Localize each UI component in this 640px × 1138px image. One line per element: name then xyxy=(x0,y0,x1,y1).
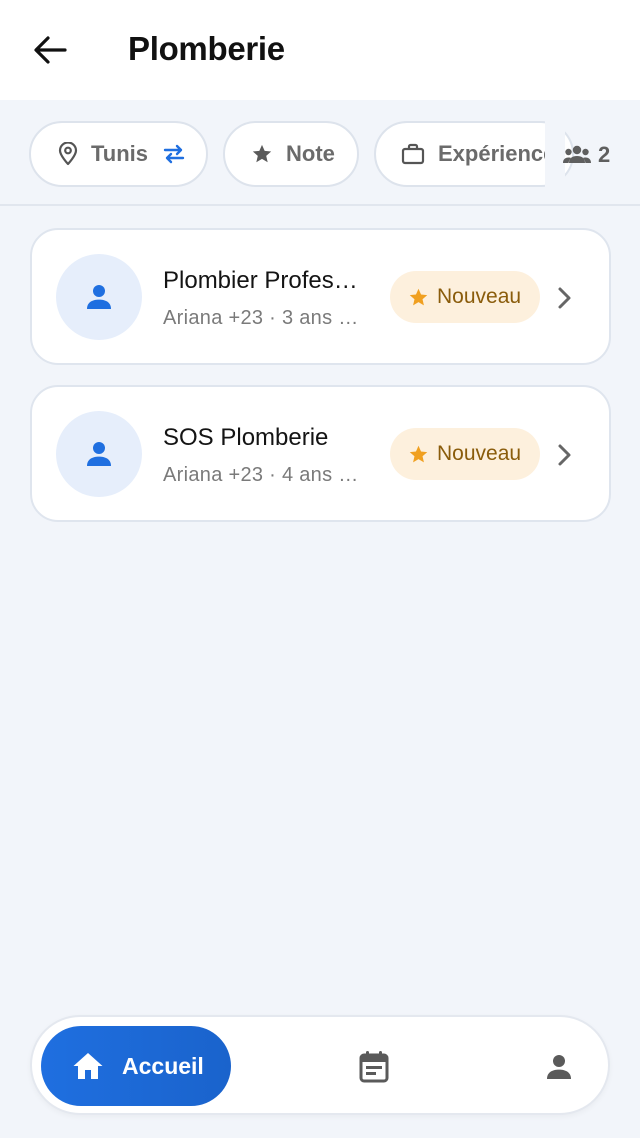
star-icon xyxy=(252,144,272,163)
nav-profile-button[interactable] xyxy=(535,1045,583,1089)
person-icon xyxy=(87,442,111,466)
provider-card[interactable]: Plombier Professionnel Ariana +23 · 3 an… xyxy=(30,228,611,365)
app-header: Plomberie xyxy=(0,0,640,100)
back-button[interactable] xyxy=(26,28,74,72)
filter-location-chip[interactable]: Tunis xyxy=(29,121,208,187)
person-icon xyxy=(547,1055,571,1079)
provider-name: Plombier Professionnel xyxy=(163,267,363,294)
provider-subtitle: Ariana +23 · 4 ans d'expérience xyxy=(163,464,369,486)
home-icon xyxy=(73,1053,103,1079)
provider-avatar xyxy=(56,411,142,497)
nav-home-label: Accueil xyxy=(122,1052,204,1079)
page-title: Plomberie xyxy=(128,30,285,67)
group-icon xyxy=(563,145,591,163)
star-icon xyxy=(409,288,428,305)
new-badge: Nouveau xyxy=(390,428,540,480)
filter-experience-label: Expérience xyxy=(438,141,556,166)
new-badge-label: Nouveau xyxy=(437,285,522,308)
app-screen: Plomberie Tunis Note Expérience 2 Plombi… xyxy=(0,0,640,1138)
chevron-right-icon xyxy=(552,441,576,469)
filter-rating-chip[interactable]: Note xyxy=(223,121,359,187)
nav-home-button[interactable]: Accueil xyxy=(41,1026,231,1106)
results-count: 2 xyxy=(562,141,610,169)
provider-subtitle: Ariana +23 · 3 ans d'expérience xyxy=(163,307,369,329)
nav-calendar-button[interactable] xyxy=(350,1045,398,1089)
provider-card[interactable]: SOS Plomberie Ariana +23 · 4 ans d'expér… xyxy=(30,385,611,522)
star-icon xyxy=(409,445,428,462)
map-pin-icon xyxy=(58,142,78,166)
provider-name: SOS Plomberie xyxy=(163,424,329,451)
filter-bar: Tunis Note Expérience xyxy=(0,100,640,206)
provider-avatar xyxy=(56,254,142,340)
bottom-nav: Accueil xyxy=(30,1015,610,1115)
new-badge-label: Nouveau xyxy=(437,442,522,465)
filter-experience-chip[interactable]: Expérience xyxy=(374,121,574,187)
filter-location-label: Tunis xyxy=(91,141,149,166)
swap-arrows-icon[interactable] xyxy=(162,144,186,164)
filter-rating-label: Note xyxy=(286,141,335,166)
briefcase-icon xyxy=(401,143,425,165)
arrow-left-icon xyxy=(34,36,67,64)
new-badge: Nouveau xyxy=(390,271,540,323)
calendar-icon xyxy=(359,1051,389,1083)
person-icon xyxy=(87,285,111,309)
chevron-right-icon xyxy=(552,284,576,312)
results-count-value: 2 xyxy=(598,142,611,167)
